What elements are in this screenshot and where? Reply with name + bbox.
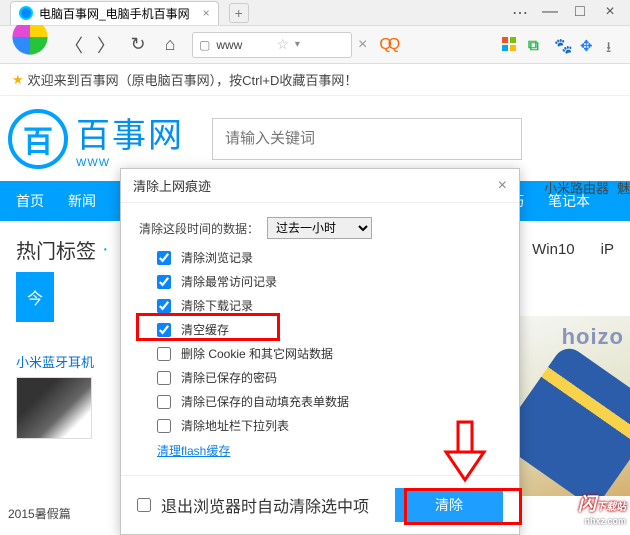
reload-icon[interactable]: ↻ xyxy=(128,34,148,55)
window-controls: ⋯ — □ × xyxy=(512,3,626,23)
time-range-select[interactable]: 过去一小时 xyxy=(267,217,372,239)
tag-link[interactable]: iP xyxy=(601,241,614,258)
option-checkbox[interactable] xyxy=(157,275,171,289)
browser-tab[interactable]: 电脑百事网_电脑手机百事网 × xyxy=(10,1,219,25)
site-title: 百事网 xyxy=(76,108,184,157)
option-checkbox[interactable] xyxy=(157,323,171,337)
option-checkbox[interactable] xyxy=(157,371,171,385)
nav-link[interactable]: 魅 xyxy=(617,178,630,197)
download-icon[interactable]: ⭳ xyxy=(606,37,622,53)
option-label: 清除已保存的自动填充表单数据 xyxy=(181,393,349,410)
menu-icon[interactable]: ⋯ xyxy=(512,3,528,23)
close-icon[interactable]: × xyxy=(203,6,210,20)
home-icon[interactable]: ⌂ xyxy=(160,34,180,55)
bottom-caption: 2015暑假篇 xyxy=(8,505,71,522)
clear-history-dialog: 清除上网痕迹 × 清除这段时间的数据： 过去一小时 清除浏览记录清除最常访问记录… xyxy=(120,168,520,535)
product-thumb[interactable] xyxy=(16,377,92,439)
option-checkbox[interactable] xyxy=(157,419,171,433)
nav-item[interactable]: 首页 xyxy=(16,191,44,211)
option-label: 清除已保存的密码 xyxy=(181,369,277,386)
close-window-icon[interactable]: × xyxy=(602,3,618,23)
microsoft-icon[interactable] xyxy=(502,37,518,53)
tab-title: 电脑百事网_电脑手机百事网 xyxy=(39,5,190,22)
promo-brand-text: hoizo xyxy=(562,324,624,350)
option-label: 清除浏览记录 xyxy=(181,249,253,266)
baidu-paw-icon[interactable]: 🐾 xyxy=(554,37,570,53)
option-row[interactable]: 清除下载记录 xyxy=(157,297,501,314)
watermark: 闪下载站 nhxz.com xyxy=(578,490,626,526)
product-link[interactable]: 小米蓝牙耳机 xyxy=(16,355,94,370)
bookmark-star-icon[interactable]: ☆ xyxy=(276,36,289,53)
nav-link[interactable]: 小米路由器 xyxy=(544,178,609,197)
site-logo-icon[interactable]: 百 xyxy=(8,109,68,169)
clear-button[interactable]: 清除 xyxy=(395,488,503,522)
auto-clear-checkbox[interactable] xyxy=(137,498,151,512)
app-store-icon[interactable]: ⧉ xyxy=(528,37,544,53)
star-icon: ★ xyxy=(12,72,24,88)
top-nav-links: 小米路由器 魅 xyxy=(544,178,630,197)
option-checkbox[interactable] xyxy=(157,299,171,313)
extension-icon[interactable]: ✥ xyxy=(580,37,596,53)
hot-tags-label: 热门标签 xyxy=(16,235,96,264)
banner-text: 欢迎来到百事网（原电脑百事网），按Ctrl+D收藏百事网！ xyxy=(28,70,358,89)
option-row[interactable]: 清空缓存 xyxy=(157,321,501,338)
title-bar: 电脑百事网_电脑手机百事网 × + ⋯ — □ × xyxy=(0,0,630,26)
option-checkbox[interactable] xyxy=(157,395,171,409)
maximize-icon[interactable]: □ xyxy=(572,3,588,23)
close-dialog-icon[interactable]: × xyxy=(498,177,507,195)
dialog-title: 清除上网痕迹 xyxy=(133,176,211,195)
auto-clear-label: 退出浏览器时自动清除选中项 xyxy=(161,493,369,517)
today-badge: 今 xyxy=(16,272,54,322)
option-label: 清除下载记录 xyxy=(181,297,253,314)
url-input[interactable] xyxy=(216,38,270,52)
time-range-label: 清除这段时间的数据： xyxy=(139,220,259,237)
tag-link[interactable]: Win10 xyxy=(532,241,575,258)
nav-item[interactable]: 新闻 xyxy=(68,191,96,211)
address-bar[interactable]: ▢ ☆ ▾ xyxy=(192,32,352,58)
option-label: 清空缓存 xyxy=(181,321,229,338)
qq-icon[interactable]: QQ xyxy=(379,36,396,54)
shield-icon: ▢ xyxy=(199,38,210,52)
dot-icon: · xyxy=(102,238,109,261)
welcome-banner: ★ 欢迎来到百事网（原电脑百事网），按Ctrl+D收藏百事网！ xyxy=(0,64,630,96)
chevron-down-icon[interactable]: ▾ xyxy=(295,39,300,50)
back-icon[interactable]: 〈 xyxy=(64,32,84,58)
option-checkbox[interactable] xyxy=(157,251,171,265)
toolbar: 〈 〉 ↻ ⌂ ▢ ☆ ▾ × QQ ⧉ 🐾 ✥ ⭳ xyxy=(0,26,630,64)
option-label: 删除 Cookie 和其它网站数据 xyxy=(181,345,333,362)
option-row[interactable]: 清除最常访问记录 xyxy=(157,273,501,290)
clear-address-icon[interactable]: × xyxy=(358,36,367,54)
option-row[interactable]: 清除浏览记录 xyxy=(157,249,501,266)
option-row[interactable]: 清除已保存的密码 xyxy=(157,369,501,386)
new-tab-button[interactable]: + xyxy=(229,3,249,23)
forward-icon[interactable]: 〉 xyxy=(96,32,116,58)
option-checkbox[interactable] xyxy=(157,347,171,361)
search-input[interactable] xyxy=(225,130,509,147)
clear-flash-link[interactable]: 清理flash缓存 xyxy=(157,444,230,458)
option-label: 清除地址栏下拉列表 xyxy=(181,417,289,434)
option-row[interactable]: 清除地址栏下拉列表 xyxy=(157,417,501,434)
option-row[interactable]: 清除已保存的自动填充表单数据 xyxy=(157,393,501,410)
option-label: 清除最常访问记录 xyxy=(181,273,277,290)
option-row[interactable]: 删除 Cookie 和其它网站数据 xyxy=(157,345,501,362)
tab-favicon-icon xyxy=(19,6,33,20)
search-box[interactable] xyxy=(212,118,522,160)
minimize-icon[interactable]: — xyxy=(542,3,558,23)
